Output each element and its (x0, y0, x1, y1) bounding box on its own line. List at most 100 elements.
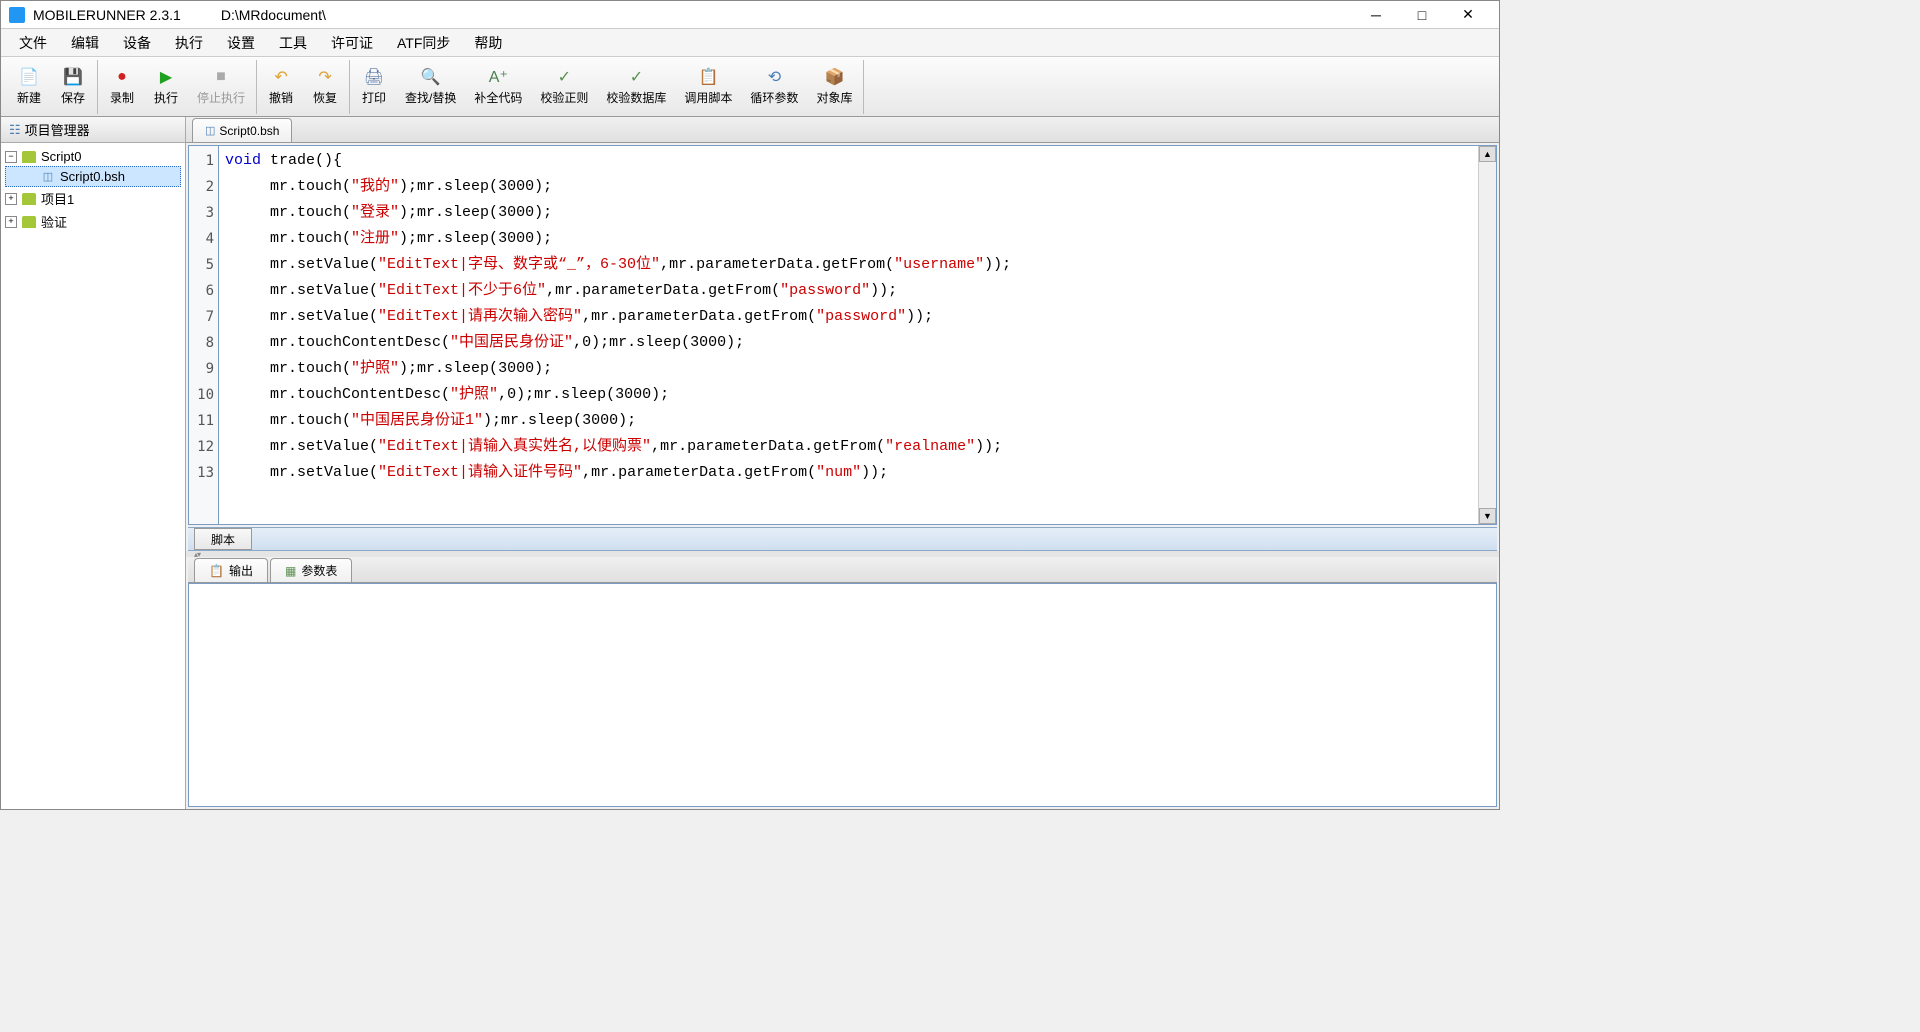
menu-item[interactable]: 设置 (215, 29, 267, 57)
expand-icon[interactable]: + (5, 193, 17, 205)
minimize-button[interactable]: ─ (1353, 1, 1399, 29)
tree-node[interactable]: ◫ Script0.bsh (5, 166, 181, 187)
android-icon (21, 192, 37, 206)
code-line[interactable]: mr.touch("注册");mr.sleep(3000); (225, 226, 1472, 252)
line-gutter: 12345678910111213 (189, 146, 219, 524)
file-icon: ◫ (205, 124, 215, 137)
tree-icon: ☷ (9, 122, 21, 138)
tree-node[interactable]: +项目1 (5, 187, 181, 210)
code-line[interactable]: mr.setValue("EditText|请输入证件号码",mr.parame… (225, 460, 1472, 486)
line-number: 4 (189, 226, 214, 252)
file-icon: ◫ (40, 170, 56, 184)
code-line[interactable]: mr.touch("护照");mr.sleep(3000); (225, 356, 1472, 382)
app-title: MOBILERUNNER 2.3.1 (33, 7, 181, 23)
code-line[interactable]: mr.touch("我的");mr.sleep(3000); (225, 174, 1472, 200)
menu-item[interactable]: 编辑 (59, 29, 111, 57)
line-number: 8 (189, 330, 214, 356)
code-line[interactable]: mr.setValue("EditText|不少于6位",mr.paramete… (225, 278, 1472, 304)
toolbar-button[interactable]: ⟲循环参数 (741, 61, 807, 113)
toolbar-button[interactable]: ▶执行 (144, 61, 188, 113)
tree-node[interactable]: + 验证 (5, 210, 181, 233)
code-editor[interactable]: 12345678910111213 void trade(){ mr.touch… (188, 145, 1497, 525)
tab-label: 参数表 (301, 562, 337, 579)
code-content[interactable]: void trade(){ mr.touch("我的");mr.sleep(30… (219, 146, 1478, 524)
line-number: 7 (189, 304, 214, 330)
tree-node[interactable]: −Script0 (5, 147, 181, 166)
toolbar-button[interactable]: ✓校验数据库 (597, 61, 675, 113)
line-number: 11 (189, 408, 214, 434)
line-number: 2 (189, 174, 214, 200)
toolbar-button[interactable]: 💾 保存 (51, 61, 95, 113)
output-tab[interactable]: 📋输出 (194, 558, 268, 582)
close-button[interactable]: ✕ (1445, 1, 1491, 29)
editor-split: 12345678910111213 void trade(){ mr.touch… (186, 143, 1499, 809)
output-tab[interactable]: ▦ 参数表 (270, 558, 352, 582)
vertical-scrollbar[interactable]: ▲ ▼ (1478, 146, 1496, 524)
toolbar-icon: 📦 (824, 67, 844, 87)
tab-icon: ▦ (285, 564, 296, 578)
toolbar-icon: 🔍 (421, 67, 441, 87)
line-number: 13 (189, 460, 214, 486)
menu-item[interactable]: 工具 (267, 29, 319, 57)
code-line[interactable]: mr.setValue("EditText|字母、数字或“_”，6-30位",m… (225, 252, 1472, 278)
toolbar-button[interactable]: ↶撤销 (259, 61, 303, 113)
code-line[interactable]: void trade(){ (225, 148, 1472, 174)
editor-tab[interactable]: ◫ Script0.bsh (192, 118, 292, 142)
toolbar-button[interactable]: ●录制 (100, 61, 144, 113)
toolbar-icon: 💾 (63, 67, 83, 87)
expand-icon[interactable]: + (5, 216, 17, 228)
toolbar-icon: ↶ (271, 67, 291, 87)
toolbar-label: 打印 (362, 89, 386, 106)
titlebar: MOBILERUNNER 2.3.1 D:\MRdocument\ ─ □ ✕ (1, 1, 1499, 29)
toolbar-button[interactable]: 📄新建 (7, 61, 51, 113)
main-area: ☷ 项目管理器 −Script0◫Script0.bsh+项目1+验证 ◫ Sc… (1, 117, 1499, 809)
tree-label: Script0.bsh (60, 169, 125, 184)
toolbar-icon: A⁺ (488, 67, 508, 87)
toolbar-button[interactable]: A⁺补全代码 (465, 61, 531, 113)
toolbar-button[interactable]: 🔍查找/替换 (396, 61, 465, 113)
toolbar-icon: ✓ (554, 67, 574, 87)
toolbar-button: ■停止执行 (188, 61, 254, 113)
toolbar-button[interactable]: 🖨 打印 (352, 61, 396, 113)
menu-item[interactable]: 执行 (163, 29, 215, 57)
toolbar-button[interactable]: 📋调用脚本 (675, 61, 741, 113)
project-explorer-header: ☷ 项目管理器 (1, 117, 185, 143)
code-line[interactable]: mr.setValue("EditText|请再次输入密码",mr.parame… (225, 304, 1472, 330)
toolbar-label: 保存 (61, 89, 85, 106)
toolbar-icon: 📄 (19, 67, 39, 87)
toolbar-label: 校验正则 (540, 89, 588, 106)
toolbar-icon: ⟲ (764, 67, 784, 87)
code-line[interactable]: mr.setValue("EditText|请输入真实姓名,以便购票",mr.p… (225, 434, 1472, 460)
menu-item[interactable]: ATF同步 (385, 29, 462, 57)
android-icon (21, 215, 37, 229)
toolbar-icon: 📋 (698, 67, 718, 87)
menu-item[interactable]: 设备 (111, 29, 163, 57)
toolbar-button[interactable]: 📦 对象库 (807, 61, 861, 113)
toolbar-icon: ● (112, 67, 132, 87)
toolbar-label: 对象库 (816, 89, 852, 106)
toolbar-button[interactable]: ↷恢复 (303, 61, 347, 113)
collapse-icon[interactable]: − (5, 151, 17, 163)
toolbar-label: 执行 (154, 89, 178, 106)
scroll-down-icon[interactable]: ▼ (1479, 508, 1496, 524)
code-line[interactable]: mr.touch("中国居民身份证1");mr.sleep(3000); (225, 408, 1472, 434)
android-icon (21, 150, 37, 164)
toolbar-button[interactable]: ✓ 校验正则 (531, 61, 597, 113)
tree-label: 验证 (41, 212, 67, 231)
maximize-button[interactable]: □ (1399, 1, 1445, 29)
code-line[interactable]: mr.touchContentDesc("中国居民身份证",0);mr.slee… (225, 330, 1472, 356)
scroll-up-icon[interactable]: ▲ (1479, 146, 1496, 162)
toolbar: 📄新建💾保存●录制▶执行■停止执行↶撤销↷恢复🖨打印🔍查找/替换A⁺补全代码✓校… (1, 57, 1499, 117)
toolbar-icon: ↷ (315, 67, 335, 87)
code-line[interactable]: mr.touch("登录");mr.sleep(3000); (225, 200, 1472, 226)
menu-item[interactable]: 文件 (7, 29, 59, 57)
menu-item[interactable]: 帮助 (462, 29, 514, 57)
toolbar-icon: ✓ (626, 67, 646, 87)
toolbar-icon: 🖨 (364, 67, 384, 87)
line-number: 3 (189, 200, 214, 226)
project-tree[interactable]: −Script0◫Script0.bsh+项目1+验证 (1, 143, 185, 809)
line-number: 12 (189, 434, 214, 460)
menu-item[interactable]: 许可证 (319, 29, 385, 57)
script-tab[interactable]: 脚本 (194, 528, 252, 550)
code-line[interactable]: mr.touchContentDesc("护照",0);mr.sleep(300… (225, 382, 1472, 408)
